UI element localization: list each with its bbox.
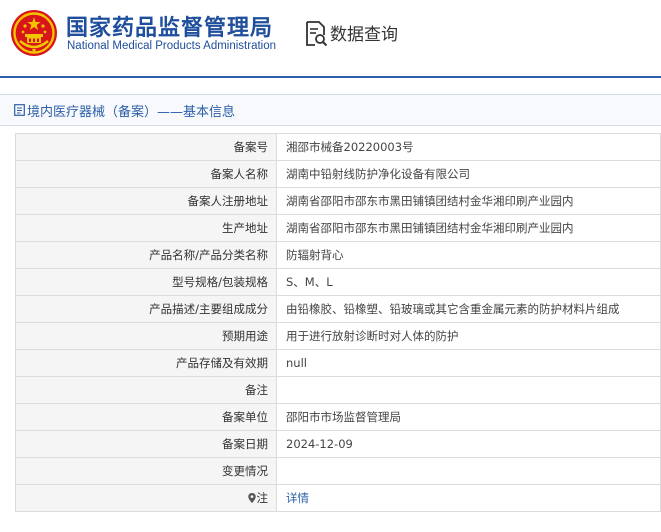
- table-row: 产品名称/产品分类名称 防辐射背心: [15, 241, 661, 269]
- org-name-en: National Medical Products Administration: [67, 40, 277, 52]
- section-title: 境内医疗器械（备案）——基本信息: [27, 105, 236, 120]
- table-row: 预期用途 用于进行放射诊断时对人体的防护: [15, 322, 661, 350]
- table-row: 产品描述/主要组成成分 由铅橡胶、铅橡塑、铅玻璃或其它含重金属元素的防护材料片组…: [15, 295, 661, 323]
- row-value: 2024-12-09: [276, 430, 661, 458]
- row-value: [276, 376, 661, 404]
- data-query-link[interactable]: 数据查询: [330, 20, 398, 45]
- table-row: 变更情况: [15, 457, 661, 485]
- national-emblem-icon: [11, 10, 57, 56]
- table-row: 备案日期 2024-12-09: [15, 430, 661, 458]
- details-link[interactable]: 详情: [286, 491, 309, 505]
- row-label: 产品描述/主要组成成分: [15, 295, 277, 323]
- row-value: 邵阳市市场监督管理局: [276, 403, 661, 431]
- row-label: 产品存储及有效期: [15, 349, 277, 377]
- note-label: 注: [256, 491, 269, 505]
- row-value: [276, 457, 661, 485]
- table-row: 备案号 湘邵市械备20220003号: [15, 133, 661, 161]
- row-value: 湖南省邵阳市邵东市黑田铺镇团结村金华湘印刷产业园内: [276, 214, 661, 242]
- table-row: 备案人名称 湖南中铅射线防护净化设备有限公司: [15, 160, 661, 188]
- header-divider: [0, 76, 661, 78]
- table-row: 备案人注册地址 湖南省邵阳市邵东市黑田铺镇团结村金华湘印刷产业园内: [15, 187, 661, 215]
- row-label: 备案单位: [15, 403, 277, 431]
- row-label: 产品名称/产品分类名称: [15, 241, 277, 269]
- row-value: 湖南省邵阳市邵东市黑田铺镇团结村金华湘印刷产业园内: [276, 187, 661, 215]
- note-row: 注 详情: [15, 484, 661, 512]
- table-row: 型号规格/包装规格 S、M、L: [15, 268, 661, 296]
- row-label: 备案人注册地址: [15, 187, 277, 215]
- section-header: 境内医疗器械（备案）——基本信息: [0, 94, 661, 126]
- row-value: S、M、L: [276, 268, 661, 296]
- row-value: 由铅橡胶、铅橡塑、铅玻璃或其它含重金属元素的防护材料片组成: [276, 295, 661, 323]
- site-header: 国家药品监督管理局 National Medical Products Admi…: [0, 0, 661, 76]
- row-value: 湘邵市械备20220003号: [276, 133, 661, 161]
- detail-table: 备案号 湘邵市械备20220003号 备案人名称 湖南中铅射线防护净化设备有限公…: [15, 133, 661, 512]
- table-row: 备注: [15, 376, 661, 404]
- row-label: 型号规格/包装规格: [15, 268, 277, 296]
- row-label: 备注: [15, 376, 277, 404]
- table-row: 产品存储及有效期 null: [15, 349, 661, 377]
- row-label: 备案号: [15, 133, 277, 161]
- note-value-cell: 详情: [276, 484, 661, 512]
- table-row: 生产地址 湖南省邵阳市邵东市黑田铺镇团结村金华湘印刷产业园内: [15, 214, 661, 242]
- document-search-icon[interactable]: [304, 21, 328, 47]
- row-label: 备案人名称: [15, 160, 277, 188]
- table-row: 备案单位 邵阳市市场监督管理局: [15, 403, 661, 431]
- row-label: 备案日期: [15, 430, 277, 458]
- row-label: 预期用途: [15, 322, 277, 350]
- row-value: null: [276, 349, 661, 377]
- row-value: 用于进行放射诊断时对人体的防护: [276, 322, 661, 350]
- note-label-cell: 注: [15, 484, 277, 512]
- row-label: 变更情况: [15, 457, 277, 485]
- row-label: 生产地址: [15, 214, 277, 242]
- row-value: 湖南中铅射线防护净化设备有限公司: [276, 160, 661, 188]
- document-icon: [14, 104, 25, 116]
- org-name-cn: 国家药品监督管理局: [66, 16, 274, 41]
- map-pin-icon: [247, 493, 256, 503]
- row-value: 防辐射背心: [276, 241, 661, 269]
